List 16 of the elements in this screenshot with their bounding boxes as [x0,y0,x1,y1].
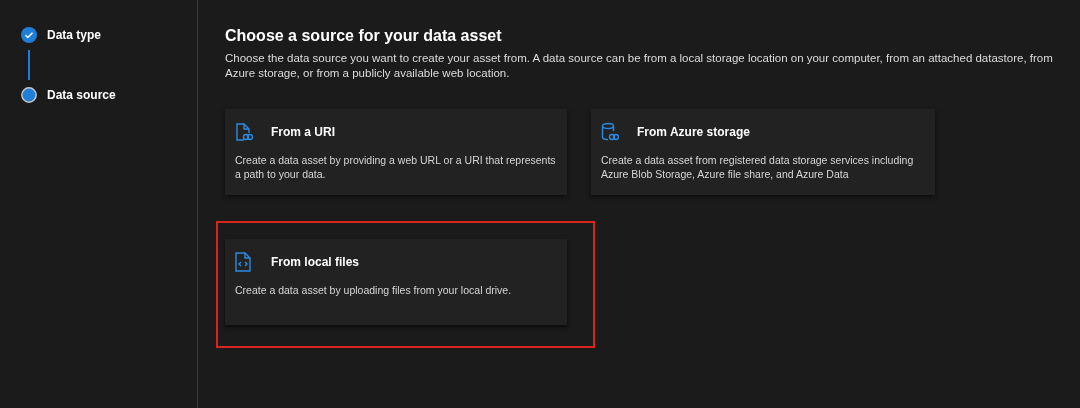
card-title: From Azure storage [637,124,750,141]
source-card[interactable]: From Azure storage Create a data asset from registered data storage services including Azure Blob Storage, Azure file share, and Azure Data [591,109,935,195]
card-description: Create a data asset by providing a web URL or a URI that represents a path to your data. [235,153,557,181]
card-description: Create a data asset by uploading files from your local drive. [235,283,513,297]
code-file-icon [235,252,251,272]
source-card[interactable]: From local files Create a data asset by uploading files from your local drive. [225,239,567,325]
database-link-icon [601,122,619,142]
document-link-icon [235,122,253,142]
page-heading: Choose a source for your data asset [225,26,503,46]
card-title: From a URI [271,124,335,141]
card-description: Create a data asset from registered data storage services including Azure Blob Storage, Azure file share, and Azure Data [601,153,915,181]
page-description: Choose the data source you want to create your asset from. A data source can be from a local storage location on your computer, from an attached datastore, from Azure storage, or from a publicly available web location. [225,51,1054,81]
step-label[interactable]: Data source [47,86,116,104]
source-card[interactable]: From a URI Create a data asset by providing a web URL or a URI that represents a path to your data. [225,109,567,195]
card-title: From local files [271,254,360,271]
step-label[interactable]: Data type [47,26,102,44]
